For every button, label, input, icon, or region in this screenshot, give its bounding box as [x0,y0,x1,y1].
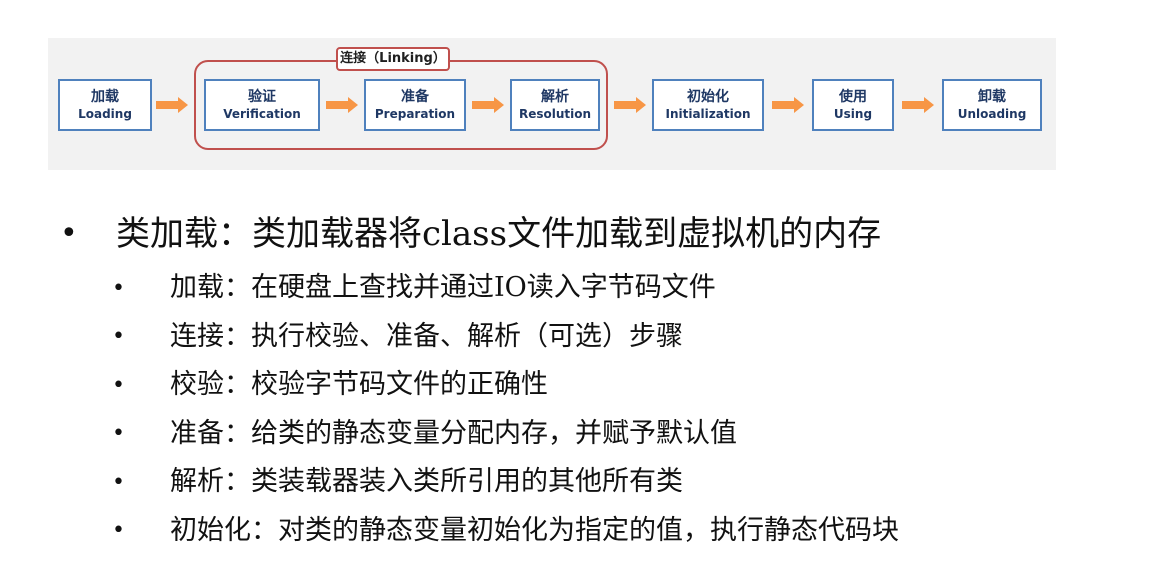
stage-unloading: 卸载 Unloading [942,79,1042,131]
stage-verification-en: Verification [223,107,301,121]
stage-initialization-en: Initialization [665,107,751,121]
list-item: • 解析：类装载器装入类所引用的其他所有类 [112,458,899,507]
stage-using: 使用 Using [812,79,894,131]
stage-using-cn: 使用 [839,89,867,105]
stage-initialization: 初始化 Initialization [652,79,764,131]
linking-group-label: 连接（Linking） [336,47,450,71]
bullet-dot-icon: • [112,421,125,447]
bullet-dot-icon: • [112,518,125,544]
bullet-dot-icon: • [112,324,125,350]
stage-loading: 加载 Loading [58,79,152,131]
list-item-text: 解析：类装载器装入类所引用的其他所有类 [170,466,683,498]
list-item: • 校验：校验字节码文件的正确性 [112,361,899,410]
arrow-icon [614,97,646,113]
bullet-dot-icon: • [60,216,78,251]
stage-verification: 验证 Verification [204,79,320,131]
list-item-text: 准备：给类的静态变量分配内存，并赋予默认值 [170,417,737,449]
stage-initialization-cn: 初始化 [687,89,729,105]
arrow-icon [902,97,934,113]
sub-bullet-list: • 加载：在硬盘上查找并通过IO读入字节码文件 • 连接：执行校验、准备、解析（… [112,264,899,555]
stage-preparation-en: Preparation [374,107,456,121]
arrow-icon [772,97,804,113]
list-item-text: 初始化：对类的静态变量初始化为指定的值，执行静态代码块 [170,514,899,546]
list-item: • 加载：在硬盘上查找并通过IO读入字节码文件 [112,264,899,313]
list-item: • 准备：给类的静态变量分配内存，并赋予默认值 [112,410,899,459]
stage-preparation: 准备 Preparation [364,79,466,131]
stage-resolution-en: Resolution [518,107,592,121]
stage-preparation-cn: 准备 [401,89,429,105]
main-bullet: • 类加载：类加载器将class文件加载到虚拟机的内存 [60,210,881,258]
bullet-dot-icon: • [112,372,125,398]
stage-loading-en: Loading [78,107,132,121]
stage-loading-cn: 加载 [91,89,119,105]
list-item: • 连接：执行校验、准备、解析（可选）步骤 [112,313,899,362]
list-item-text: 连接：执行校验、准备、解析（可选）步骤 [170,320,683,352]
arrow-icon [472,97,504,113]
bullet-dot-icon: • [112,469,125,495]
arrow-icon [326,97,358,113]
list-item-text: 校验：校验字节码文件的正确性 [170,369,548,401]
stage-using-en: Using [833,107,873,121]
list-item: • 初始化：对类的静态变量初始化为指定的值，执行静态代码块 [112,507,899,556]
stage-resolution: 解析 Resolution [510,79,600,131]
stage-unloading-cn: 卸载 [978,89,1006,105]
stage-verification-cn: 验证 [248,89,276,105]
bullet-dot-icon: • [112,275,125,301]
stage-resolution-cn: 解析 [541,89,569,105]
arrow-icon [156,97,188,113]
main-bullet-text: 类加载：类加载器将class文件加载到虚拟机的内存 [116,214,882,254]
list-item-text: 加载：在硬盘上查找并通过IO读入字节码文件 [170,272,716,304]
stage-unloading-en: Unloading [957,107,1027,121]
